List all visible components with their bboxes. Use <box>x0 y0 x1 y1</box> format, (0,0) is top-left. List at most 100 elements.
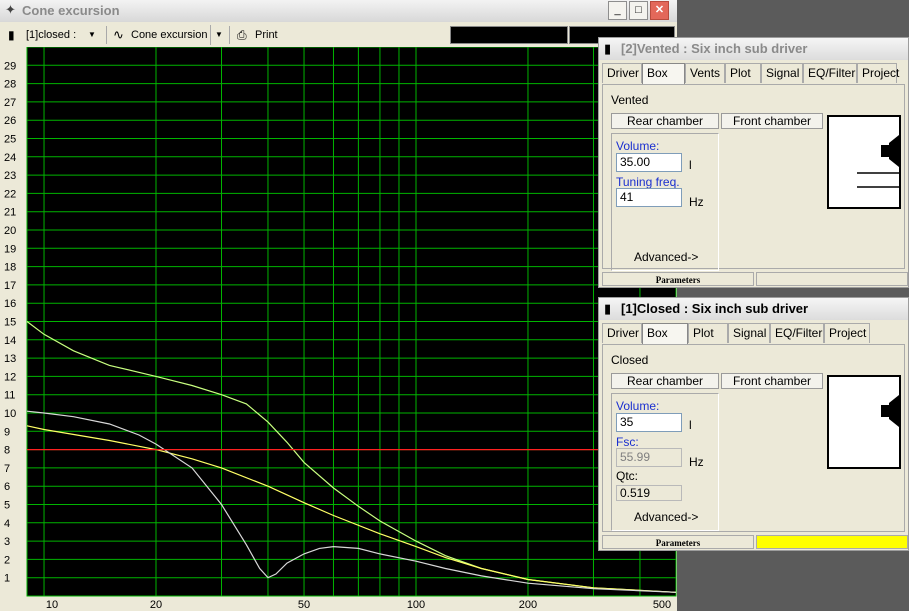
tab-project[interactable]: Project <box>857 63 899 83</box>
closed-box-window: ▮ [1]Closed : Six inch sub driver Driver… <box>598 297 909 551</box>
x-tick-label: 500 <box>653 599 671 611</box>
y-tick-label: 10 <box>4 408 16 420</box>
tab-driver[interactable]: Driver <box>602 323 642 343</box>
closed-box-diagram <box>827 375 901 469</box>
status-parameters: Parameters <box>602 535 754 549</box>
print-button[interactable]: Print <box>255 25 278 45</box>
chevron-down-icon[interactable]: ▼ <box>88 25 96 45</box>
plot-select[interactable]: Cone excursion <box>131 25 207 45</box>
y-tick-label: 13 <box>4 353 16 365</box>
y-tick-label: 4 <box>4 518 10 530</box>
front-chamber-button[interactable]: Front chamber <box>721 113 823 129</box>
vented-titlebar[interactable]: ▮ [2]Vented : Six inch sub driver <box>599 38 908 60</box>
status-bar: Parameters <box>599 534 908 550</box>
rear-chamber-button[interactable]: Rear chamber <box>611 113 719 129</box>
tab-signal[interactable]: Signal <box>728 323 770 343</box>
volume-label: Volume: <box>616 139 660 153</box>
cone-excursion-chart[interactable]: 1234567891011121314151617181920212223242… <box>0 47 677 611</box>
tab-box[interactable]: Box <box>642 63 685 84</box>
y-tick-label: 24 <box>4 152 16 164</box>
x-tick-label: 20 <box>150 599 162 611</box>
y-tick-label: 19 <box>4 243 16 255</box>
tab-box[interactable]: Box <box>642 323 688 344</box>
qtc-value: 0.519 <box>616 485 682 501</box>
y-tick-label: 22 <box>4 188 16 200</box>
status-progress <box>756 535 908 549</box>
tuning-freq-label: Tuning freq. <box>616 175 680 189</box>
box-type-label: Closed <box>611 353 649 367</box>
y-tick-label: 12 <box>4 371 16 383</box>
x-tick-label: 100 <box>407 599 425 611</box>
y-tick-label: 5 <box>4 500 10 512</box>
box-icon: ▮ <box>8 28 15 42</box>
close-button[interactable]: ✕ <box>650 1 669 20</box>
tab-project[interactable]: Project <box>824 323 870 343</box>
front-chamber-button[interactable]: Front chamber <box>721 373 823 389</box>
vented-box-window: ▮ [2]Vented : Six inch sub driver Driver… <box>598 37 909 288</box>
closed-titlebar[interactable]: ▮ [1]Closed : Six inch sub driver <box>599 298 908 320</box>
toolbar-separator <box>229 26 230 44</box>
y-tick-label: 2 <box>4 554 10 566</box>
y-tick-label: 16 <box>4 298 16 310</box>
y-tick-label: 1 <box>4 573 10 585</box>
toolbar-separator <box>106 26 107 44</box>
y-tick-label: 15 <box>4 317 16 329</box>
y-tick-label: 20 <box>4 225 16 237</box>
status-parameters: Parameters <box>602 272 754 286</box>
window-title: Cone excursion <box>22 3 120 18</box>
window-title: [2]Vented : Six inch sub driver <box>621 41 808 56</box>
advanced-button[interactable]: Advanced-> <box>634 510 698 524</box>
tuning-freq-input[interactable]: 41 <box>616 188 682 207</box>
tab-eq-filter[interactable]: EQ/Filter <box>803 63 857 83</box>
advanced-button[interactable]: Advanced-> <box>634 250 698 264</box>
y-tick-label: 6 <box>4 481 10 493</box>
volume-unit: l <box>689 418 692 432</box>
y-tick-label: 27 <box>4 97 16 109</box>
y-tick-label: 26 <box>4 115 16 127</box>
box-type-label: Vented <box>611 93 649 107</box>
y-tick-label: 14 <box>4 335 16 347</box>
fsc-unit: Hz <box>689 455 704 469</box>
chevron-down-icon[interactable]: ▼ <box>210 25 227 45</box>
x-tick-label: 50 <box>298 599 310 611</box>
box-icon: ▮ <box>604 301 612 316</box>
tuning-freq-unit: Hz <box>689 195 704 209</box>
box-icon: ▮ <box>604 41 612 56</box>
y-tick-label: 9 <box>4 426 10 438</box>
volume-unit: l <box>689 158 692 172</box>
box-select[interactable]: [1]closed : <box>26 25 76 45</box>
volume-input[interactable]: 35 <box>616 413 682 432</box>
x-tick-label: 200 <box>519 599 537 611</box>
vented-box-panel: Vented Rear chamber Front chamber Volume… <box>602 84 905 271</box>
y-tick-label: 11 <box>4 390 15 402</box>
app-icon: ✦ <box>5 2 16 17</box>
tab-eq-filter[interactable]: EQ/Filter <box>770 323 824 343</box>
tab-driver[interactable]: Driver <box>602 63 642 83</box>
y-tick-label: 18 <box>4 262 16 274</box>
y-tick-label: 8 <box>4 445 10 457</box>
volume-input[interactable]: 35.00 <box>616 153 682 172</box>
tab-signal[interactable]: Signal <box>761 63 803 83</box>
y-tick-label: 3 <box>4 536 10 548</box>
fsc-label: Fsc: <box>616 435 639 449</box>
cone-excursion-window: ✦ Cone excursion _ □ ✕ ▮ [1]closed : ▼ ∿… <box>0 0 677 611</box>
minimize-button[interactable]: _ <box>608 1 627 20</box>
maximize-button[interactable]: □ <box>629 1 648 20</box>
readout-box <box>450 26 568 44</box>
tab-plot[interactable]: Plot <box>688 323 728 343</box>
tab-plot[interactable]: Plot <box>725 63 761 83</box>
y-tick-label: 17 <box>4 280 16 292</box>
tab-vents[interactable]: Vents <box>685 63 725 83</box>
x-tick-label: 10 <box>46 599 58 611</box>
status-progress <box>756 272 908 286</box>
window-title: [1]Closed : Six inch sub driver <box>621 301 809 316</box>
printer-icon: ⎙ <box>237 28 247 42</box>
toolbar: ▮ [1]closed : ▼ ∿ Cone excursion ▼ ⎙ Pri… <box>0 24 677 46</box>
rear-chamber-button[interactable]: Rear chamber <box>611 373 719 389</box>
y-tick-label: 7 <box>4 463 10 475</box>
y-tick-label: 28 <box>4 79 16 91</box>
main-titlebar[interactable]: ✦ Cone excursion _ □ ✕ <box>0 0 677 22</box>
volume-label: Volume: <box>616 399 660 413</box>
fsc-value: 55.99 <box>616 448 682 467</box>
qtc-label: Qtc: <box>616 469 639 483</box>
